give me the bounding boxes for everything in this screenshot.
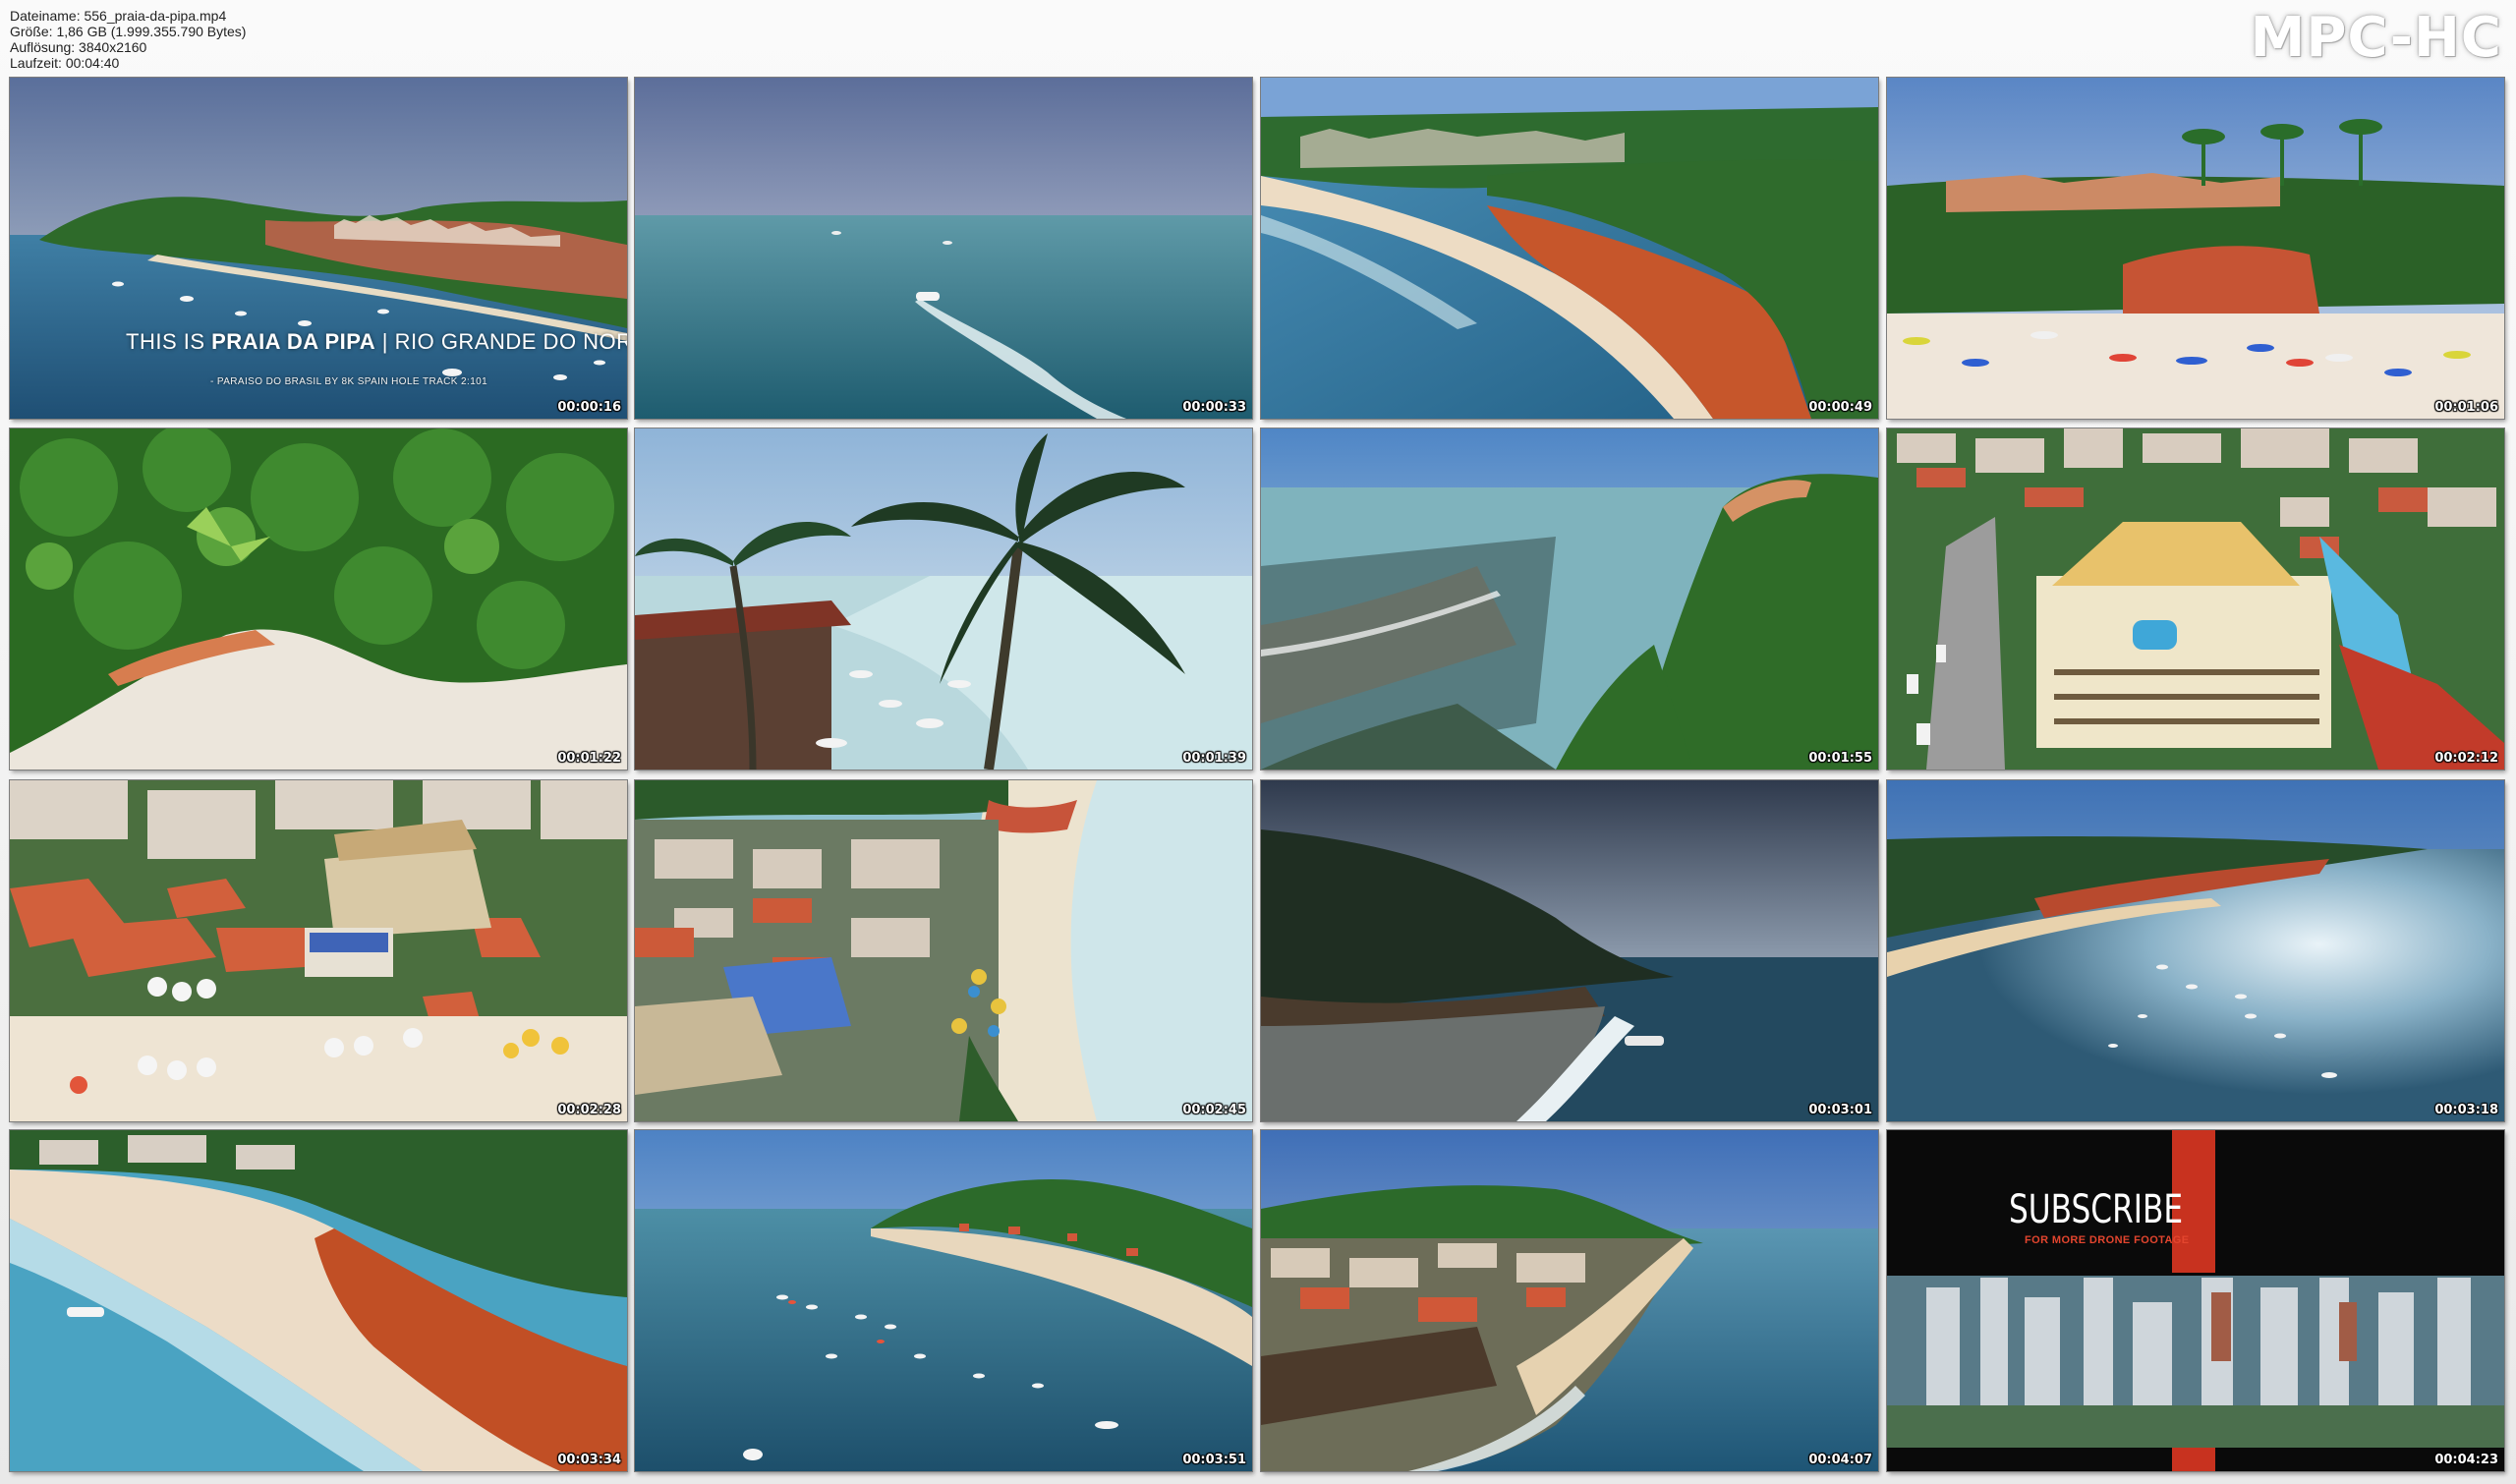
red-cliff-shore-scene [10,1130,627,1471]
timestamp: 00:00:33 [1182,400,1246,415]
timestamp: 00:02:45 [1182,1103,1246,1117]
resolution-line: Auflösung: 3840x2160 [10,39,147,55]
file-info: Dateiname: 556_praia-da-pipa.mp4 Größe: … [10,8,246,71]
beach-umbrellas-scene [1887,78,2504,419]
title-rest: | RIO GRANDE DO NORTE [381,329,627,354]
subscribe-caption: FOR MORE DRONE FOOTAGE [2025,1234,2190,1246]
video-subtitle-overlay: - PARAISO DO BRASIL BY 8K SPAIN HOLE TRA… [210,376,488,387]
thumbnail[interactable]: 00:02:28 [10,780,627,1121]
thumbnail[interactable]: 00:03:51 [635,1130,1252,1471]
timestamp: 00:00:16 [557,400,621,415]
thumbnail[interactable]: 00:01:22 [10,428,627,770]
town-beach-waves-scene [635,780,1252,1121]
mpc-hc-logo: MPC-HC [2250,6,2502,70]
forest-beach-topdown-scene [10,428,627,770]
title-bold: PRAIA DA PIPA [211,329,376,354]
file-size-line: Größe: 1,86 GB (1.999.355.790 Bytes) [10,24,247,39]
timestamp: 00:01:55 [1808,751,1872,766]
cliff-beach-scene [1261,78,1878,419]
timestamp: 00:04:07 [1808,1453,1872,1467]
subscribe-title: SUBSCRIBE [2009,1187,2184,1232]
title-lead: THIS IS [126,329,212,354]
timestamp: 00:01:39 [1182,751,1246,766]
thumbnail[interactable]: 00:00:33 [635,78,1252,419]
green-headland-scene [1261,428,1878,770]
timestamp: 00:00:49 [1808,400,1872,415]
thumbnail[interactable]: 00:01:55 [1261,428,1878,770]
thumbnail[interactable]: 00:02:12 [1887,428,2504,770]
thumbnail[interactable]: SUBSCRIBE FOR MORE DRONE FOOTAGE 00:04:2… [1887,1130,2504,1471]
hotel-town-scene [1887,428,2504,770]
timestamp: 00:03:18 [2434,1103,2498,1117]
timestamp: 00:03:34 [557,1453,621,1467]
thumbnail[interactable]: 00:00:49 [1261,78,1878,419]
timestamp: 00:01:06 [2434,400,2498,415]
thumbnail[interactable]: 00:01:06 [1887,78,2504,419]
palm-tree-beach-scene [635,428,1252,770]
subscribe-skyscrapers-scene [1887,1130,2504,1471]
sunlit-bay-boats-scene [1887,780,2504,1121]
video-title-overlay: THIS IS PRAIA DA PIPA | RIO GRANDE DO NO… [126,329,627,355]
thumbnail[interactable]: 00:03:18 [1887,780,2504,1121]
beach-town-curve-scene [1261,1130,1878,1471]
bay-village-scene [10,78,627,419]
timestamp: 00:01:22 [557,751,621,766]
thumbnail[interactable]: 00:02:45 [635,780,1252,1121]
thumbnail[interactable]: 00:01:39 [635,428,1252,770]
timestamp: 00:03:51 [1182,1453,1246,1467]
town-rooftops-scene [10,780,627,1121]
boats-bay-headland-scene [635,1130,1252,1471]
thumbnail[interactable]: THIS IS PRAIA DA PIPA | RIO GRANDE DO NO… [10,78,627,419]
timestamp: 00:03:01 [1808,1103,1872,1117]
speedboat-ocean-scene [635,78,1252,419]
thumbnail[interactable]: 00:03:01 [1261,780,1878,1121]
thumbnail[interactable]: 00:03:34 [10,1130,627,1471]
timestamp: 00:02:12 [2434,751,2498,766]
dusk-beach-scene [1261,780,1878,1121]
timestamp: 00:04:23 [2434,1453,2498,1467]
file-name-line: Dateiname: 556_praia-da-pipa.mp4 [10,8,227,24]
duration-line: Laufzeit: 00:04:40 [10,55,120,71]
timestamp: 00:02:28 [557,1103,621,1117]
thumbnail[interactable]: 00:04:07 [1261,1130,1878,1471]
